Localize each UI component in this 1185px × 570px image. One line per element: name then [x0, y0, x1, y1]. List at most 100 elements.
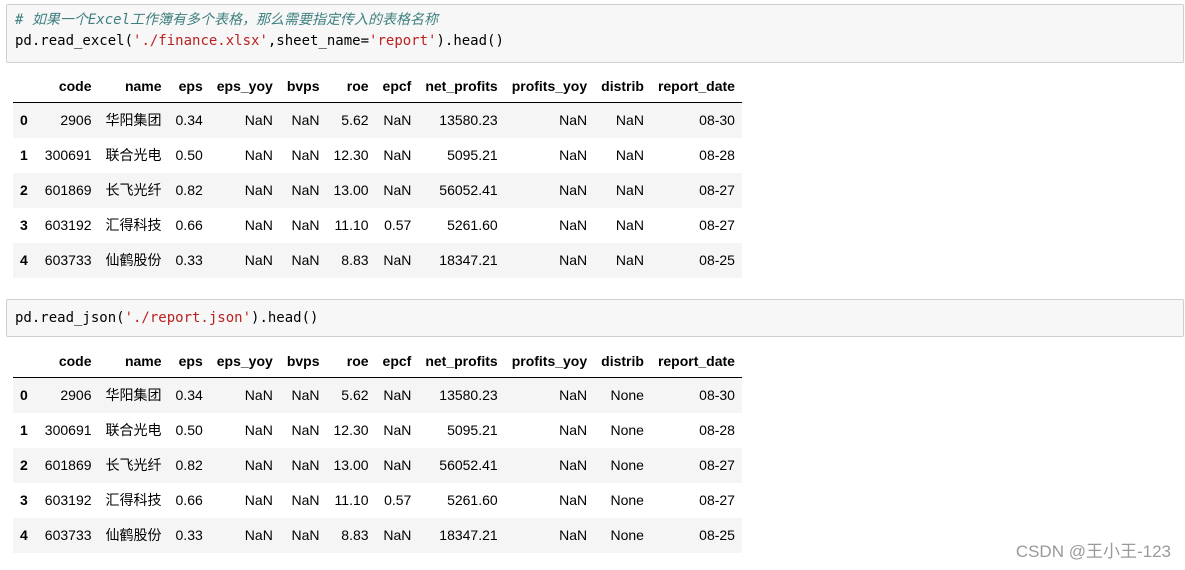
cell-bvps: NaN: [291, 252, 320, 268]
cell-profits-yoy: NaN: [559, 492, 588, 508]
cell-distrib: None: [610, 422, 644, 438]
watermark: CSDN @王小王-123: [1015, 542, 1171, 561]
table-row: 0 2906 华阳集团 0.34 NaN NaN 5.62 NaN 13580.23 NaN Non…: [13, 377, 742, 413]
row-index: 4: [20, 252, 28, 268]
cell-epcf: NaN: [383, 182, 412, 198]
column-header-eps-yoy: eps_yoy: [209, 69, 280, 103]
table-row: 3 603192 汇得科技 0.66 NaN NaN 11.10 0.57 5261.60 NaN…: [13, 483, 742, 518]
column-header-distrib: distrib: [594, 344, 651, 378]
cell-report-date: 08-25: [699, 252, 735, 268]
cell-name: 仙鹤股份: [105, 252, 162, 268]
cell-roe: 11.10: [334, 492, 369, 508]
cell-report-date: 08-27: [699, 492, 735, 508]
cell-bvps: NaN: [291, 457, 320, 473]
cell-report-date: 08-27: [699, 457, 735, 473]
cell-bvps: NaN: [291, 527, 320, 543]
code-string-path: './report.json': [124, 310, 252, 326]
table-row: 2 601869 长飞光纤 0.82 NaN NaN 13.00 NaN 56052.41 NaN…: [13, 172, 742, 208]
table-row: 4 603733 仙鹤股份 0.33 NaN NaN 8.83 NaN 18347.21 NaN N…: [13, 242, 742, 278]
cell-net-profits: 5261.60: [447, 492, 498, 508]
code-call: pd.read_json(: [15, 310, 125, 326]
cell-name: 汇得科技: [105, 217, 162, 233]
cell-eps-yoy: NaN: [244, 457, 273, 473]
cell-eps-yoy: NaN: [244, 492, 273, 508]
cell-distrib: None: [610, 387, 644, 404]
cell-eps: 0.82: [175, 457, 203, 473]
cell-report-date: 08-30: [699, 112, 735, 129]
cell-eps: 0.33: [175, 527, 203, 543]
cell-code: 603733: [44, 252, 92, 268]
cell-name: 汇得科技: [105, 492, 162, 508]
cell-distrib: NaN: [615, 147, 644, 163]
cell-eps-yoy: NaN: [244, 527, 273, 543]
column-header-profits-yoy: profits_yoy: [504, 69, 595, 103]
cell-epcf: NaN: [383, 112, 412, 129]
cell-distrib: NaN: [615, 217, 644, 233]
column-header-code: code: [37, 344, 99, 378]
cell-report-date: 08-25: [699, 527, 735, 543]
code-call-end: ).head(): [436, 33, 504, 49]
table-row: 2 601869 长飞光纤 0.82 NaN NaN 13.00 NaN 56052.41 NaN…: [13, 447, 742, 483]
column-header-distrib: distrib: [594, 69, 651, 103]
cell-eps: 0.66: [175, 217, 203, 233]
code-cell-read-excel[interactable]: # 如果一个Excel工作簿有多个表格，那么需要指定传入的表格名称 pd.read…: [6, 4, 1184, 63]
cell-epcf: NaN: [383, 457, 412, 473]
table-row: 3 603192 汇得科技 0.66 NaN NaN 11.10 0.57 5261.60 NaN…: [13, 208, 742, 243]
cell-profits-yoy: NaN: [559, 422, 588, 438]
cell-roe: 12.30: [333, 422, 369, 438]
cell-name: 华阳集团: [105, 112, 162, 129]
column-header-epcf: epcf: [375, 344, 419, 378]
cell-code: 2906: [60, 387, 92, 404]
dataframe-output-json: code name eps eps_yoy bvps roe epcf net_profits…: [13, 344, 742, 553]
cell-roe: 12.30: [333, 147, 369, 163]
cell-report-date: 08-28: [699, 147, 735, 163]
cell-bvps: NaN: [291, 387, 320, 404]
cell-name: 华阳集团: [105, 387, 162, 404]
header-row: code name eps eps_yoy bvps roe epcf net_profits…: [13, 344, 742, 378]
cell-bvps: NaN: [291, 422, 320, 438]
cell-code: 300691: [44, 422, 92, 438]
cell-eps-yoy: NaN: [244, 182, 273, 198]
cell-net-profits: 18347.21: [439, 252, 498, 268]
column-header-epcf: epcf: [375, 69, 419, 103]
table-header: code name eps eps_yoy bvps roe epcf net_profits…: [13, 69, 742, 103]
cell-eps: 0.50: [175, 422, 203, 438]
cell-distrib: NaN: [615, 252, 644, 268]
cell-name: 仙鹤股份: [105, 527, 162, 543]
cell-eps: 0.34: [175, 112, 203, 129]
cell-eps-yoy: NaN: [244, 387, 273, 404]
cell-roe: 13.00: [333, 457, 369, 473]
column-header-eps: eps: [168, 344, 210, 378]
cell-profits-yoy: NaN: [559, 182, 588, 198]
column-header-bvps: bvps: [279, 69, 327, 103]
column-header-net-profits: net_profits: [418, 344, 505, 378]
column-header-roe: roe: [326, 69, 376, 103]
index-header: [13, 344, 38, 378]
column-header-net-profits: net_profits: [418, 69, 505, 103]
column-header-report-date: report_date: [650, 69, 742, 103]
code-string-path: './finance.xlsx': [133, 33, 268, 49]
code-cell-read-json[interactable]: pd.read_json('./report.json').head(): [6, 299, 1184, 337]
cell-code: 603192: [44, 217, 92, 233]
cell-eps: 0.34: [175, 387, 203, 404]
cell-code: 603192: [44, 492, 92, 508]
column-header-report-date: report_date: [650, 344, 742, 378]
cell-name: 联合光电: [105, 422, 162, 438]
cell-roe: 5.62: [341, 112, 369, 129]
row-index: 1: [20, 147, 28, 163]
column-header-name: name: [98, 69, 169, 103]
cell-roe: 8.83: [341, 252, 369, 268]
code-call: pd.read_excel(: [15, 33, 134, 49]
table-body: 0 2906 华阳集团 0.34 NaN NaN 5.62 NaN 13580.23 NaN NaN…: [13, 102, 742, 278]
cell-eps-yoy: NaN: [244, 422, 273, 438]
column-header-eps-yoy: eps_yoy: [209, 344, 280, 378]
cell-eps-yoy: NaN: [244, 217, 273, 233]
cell-distrib: NaN: [615, 112, 644, 129]
table-row: 4 603733 仙鹤股份 0.33 NaN NaN 8.83 NaN 18347.21 NaN N…: [13, 517, 742, 553]
column-header-name: name: [98, 344, 169, 378]
row-index: 3: [20, 492, 28, 508]
cell-report-date: 08-30: [699, 387, 735, 404]
column-header-bvps: bvps: [279, 344, 327, 378]
cell-report-date: 08-27: [699, 217, 735, 233]
cell-bvps: NaN: [291, 147, 320, 163]
